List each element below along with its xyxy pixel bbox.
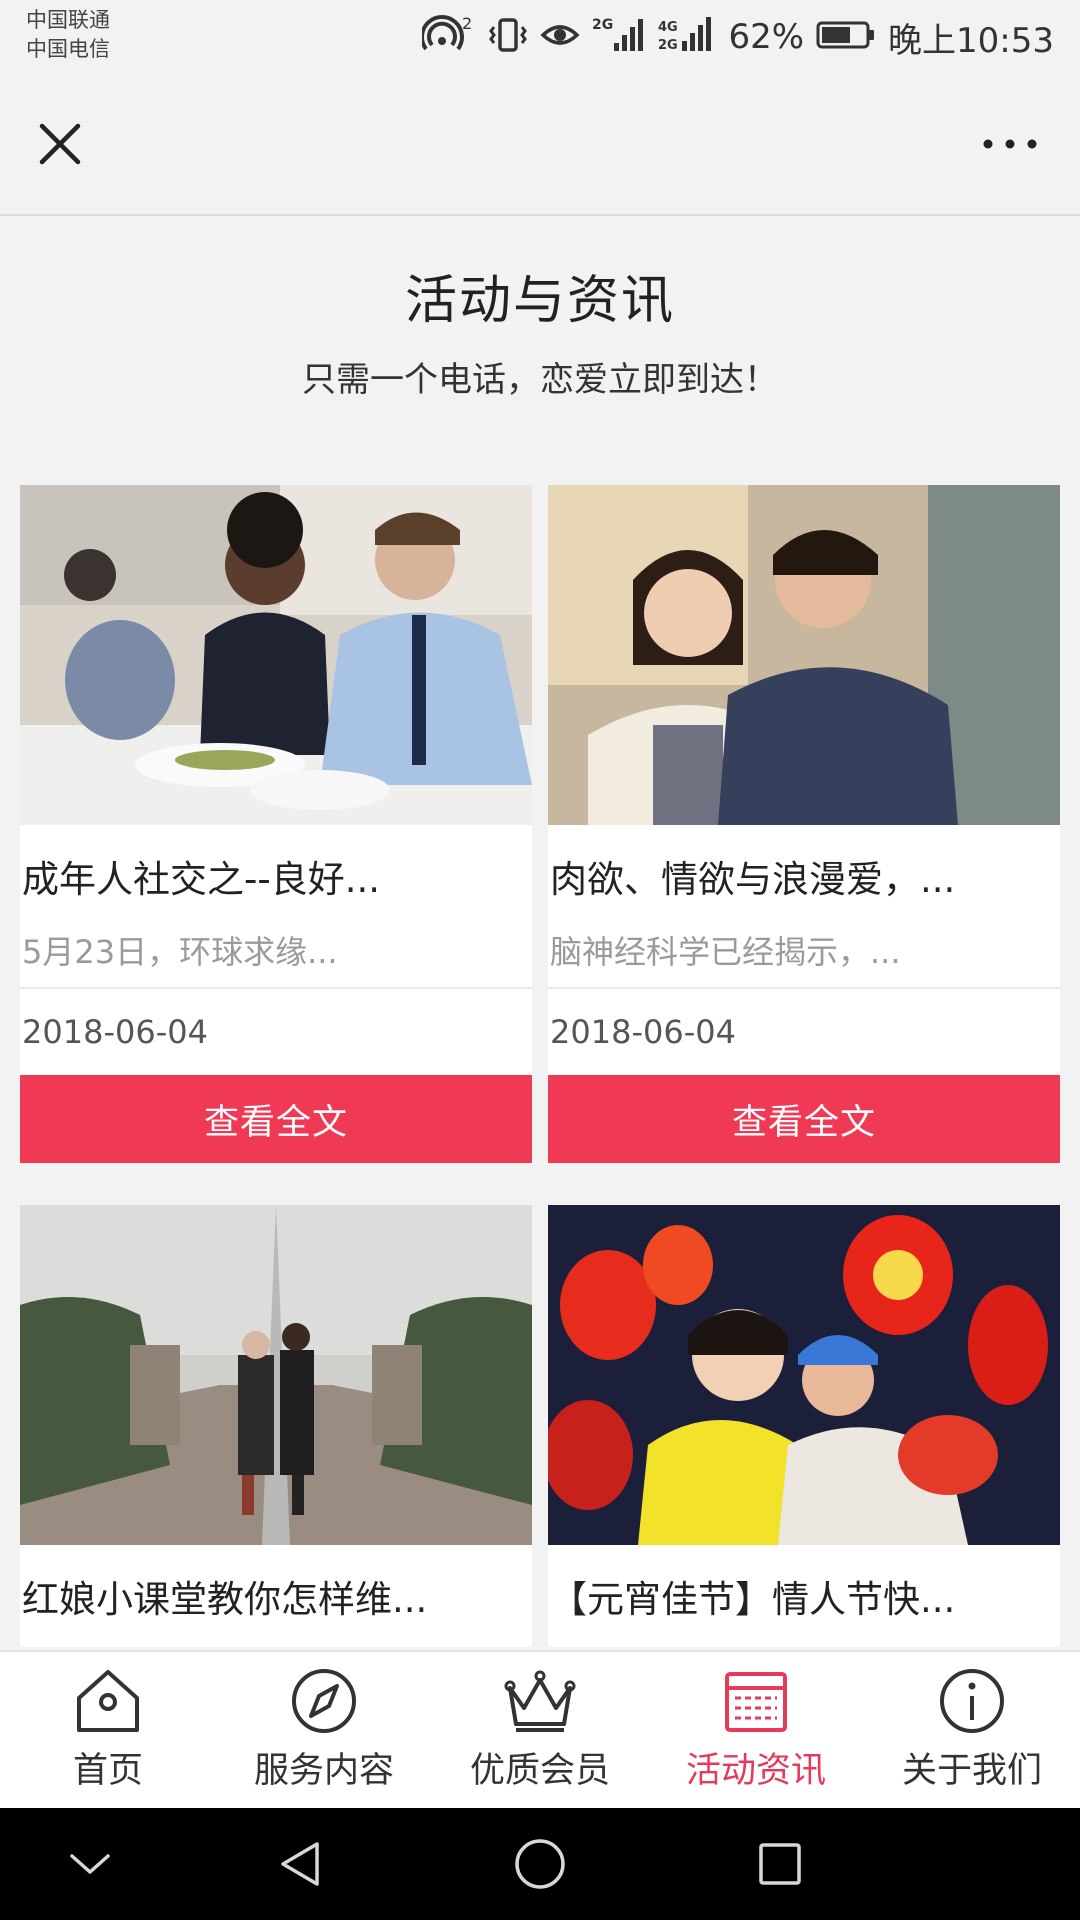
home-system-button[interactable] xyxy=(510,1836,570,1892)
article-card[interactable]: 红娘小课堂教你怎样维... xyxy=(20,1205,532,1647)
eye-icon xyxy=(540,15,580,59)
tab-home[interactable]: 首页 xyxy=(0,1652,216,1808)
page-subtitle: 只需一个电话，恋爱立即到达！ xyxy=(302,360,778,400)
article-photo[interactable] xyxy=(20,485,532,825)
news-icon xyxy=(725,1672,787,1732)
close-icon xyxy=(39,123,81,165)
recents-button[interactable] xyxy=(750,1836,810,1892)
signal-1-label: 2G xyxy=(592,17,613,33)
tab-label: 优质会员 xyxy=(469,1751,610,1791)
hotspot-icon: 2 xyxy=(420,14,476,59)
compass-icon xyxy=(292,1669,356,1733)
vibrate-icon xyxy=(488,15,528,59)
square-icon xyxy=(759,1843,801,1885)
signal-2-label-bottom: 2G xyxy=(658,38,678,53)
article-card[interactable]: 成年人社交之--良好... 5月23日，环球求缘... 2018-06-04 查… xyxy=(20,485,532,1163)
back-button[interactable] xyxy=(270,1836,330,1892)
chevron-down-icon xyxy=(70,1854,110,1874)
status-bar: 中国联通 中国电信 2 2G 4G 2G 62% 晚上10:53 xyxy=(0,0,1080,74)
article-date: 2018-06-04 xyxy=(22,1013,208,1051)
more-dots-icon xyxy=(983,139,1037,149)
article-title[interactable]: 红娘小课堂教你怎样维... xyxy=(20,1545,532,1647)
read-full-button[interactable]: 查看全文 xyxy=(20,1075,532,1163)
tab-about[interactable]: 关于我们 xyxy=(864,1652,1080,1808)
webview-top-bar xyxy=(0,74,1080,216)
tab-label: 关于我们 xyxy=(901,1751,1042,1791)
hotspot-count: 2 xyxy=(462,15,472,33)
clock: 晚上10:53 xyxy=(888,20,1054,61)
article-summary: 5月23日，环球求缘... xyxy=(20,927,532,989)
hide-nav-button[interactable] xyxy=(60,1836,120,1892)
more-options-button[interactable] xyxy=(970,114,1050,174)
signal-2-label-top: 4G xyxy=(658,20,678,35)
page-title: 活动与资讯 xyxy=(404,271,675,331)
article-title[interactable]: 成年人社交之--良好... xyxy=(20,825,532,927)
carrier-1: 中国联通 xyxy=(26,8,110,32)
crown-icon xyxy=(504,1670,576,1732)
info-icon xyxy=(940,1669,1004,1733)
battery-icon xyxy=(816,20,876,54)
article-summary: 脑神经科学已经揭示，... xyxy=(548,927,1060,989)
article-photo[interactable] xyxy=(548,485,1060,825)
battery-percent: 62% xyxy=(728,17,805,57)
article-photo[interactable] xyxy=(20,1205,532,1545)
close-button[interactable] xyxy=(30,114,90,174)
article-date: 2018-06-04 xyxy=(550,1013,736,1051)
carrier-2: 中国电信 xyxy=(26,37,110,61)
article-card[interactable]: 肉欲、情欲与浪漫爱，... 脑神经科学已经揭示，... 2018-06-04 查… xyxy=(548,485,1060,1163)
article-card[interactable]: 【元宵佳节】情人节快... xyxy=(548,1205,1060,1647)
tab-members[interactable]: 优质会员 xyxy=(432,1652,648,1808)
tab-label: 服务内容 xyxy=(253,1751,394,1791)
tab-label: 首页 xyxy=(72,1751,143,1791)
article-photo[interactable] xyxy=(548,1205,1060,1545)
read-full-button[interactable]: 查看全文 xyxy=(548,1075,1060,1163)
home-circle-icon xyxy=(515,1839,565,1889)
tab-label: 活动资讯 xyxy=(685,1751,826,1791)
article-title[interactable]: 【元宵佳节】情人节快... xyxy=(548,1545,1060,1647)
article-grid: 成年人社交之--良好... 5月23日，环球求缘... 2018-06-04 查… xyxy=(20,485,1060,1650)
status-icons: 2 2G 4G 2G 62% 晚上10:53 xyxy=(420,10,1054,64)
signal-icon-1: 2G xyxy=(592,15,646,59)
tab-news[interactable]: 活动资讯 xyxy=(648,1652,864,1808)
article-title[interactable]: 肉欲、情欲与浪漫爱，... xyxy=(548,825,1060,927)
signal-icon-2: 4G 2G xyxy=(658,15,716,59)
tab-services[interactable]: 服务内容 xyxy=(216,1652,432,1808)
home-icon xyxy=(77,1670,139,1732)
carrier-info: 中国联通 中国电信 xyxy=(26,6,110,64)
bottom-tab-bar: 首页 服务内容 优质会员 活动资讯 关于我们 xyxy=(0,1650,1080,1808)
back-triangle-icon xyxy=(281,1842,319,1886)
system-navigation-bar xyxy=(0,1808,1080,1920)
